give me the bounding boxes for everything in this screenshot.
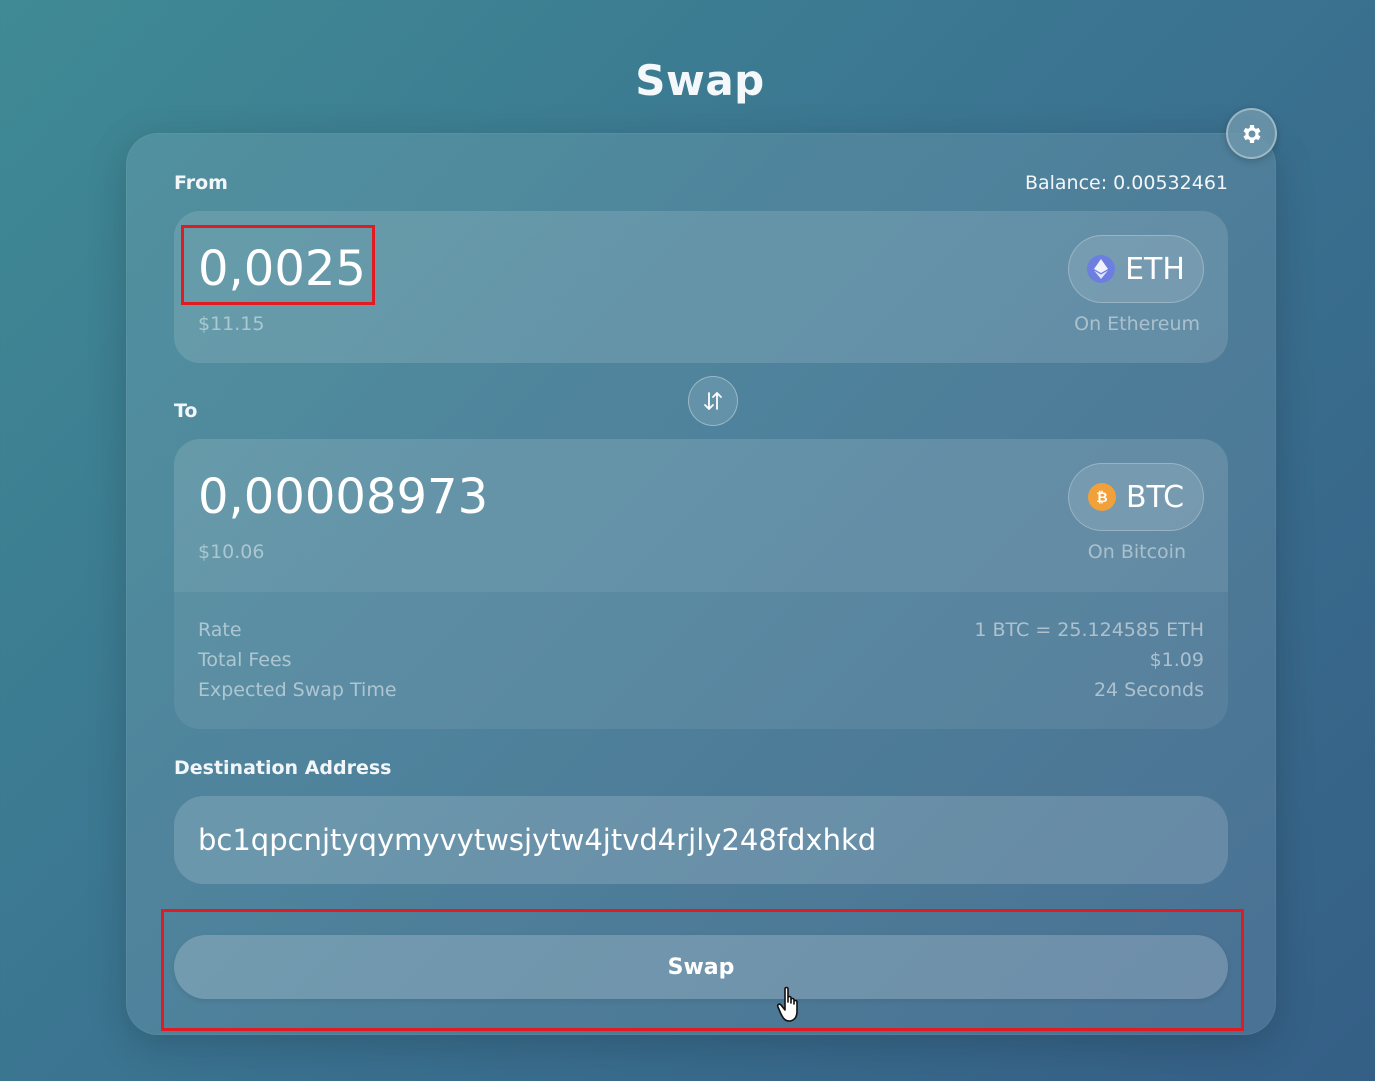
balance-text: Balance: 0.00532461 (1024, 172, 1228, 194)
settings-button[interactable] (1226, 108, 1277, 159)
bitcoin-icon: ₿ (1087, 483, 1116, 511)
from-token-symbol: ETH (1125, 251, 1185, 287)
hand-cursor-icon (776, 986, 798, 1022)
swap-button[interactable]: Swap (174, 935, 1228, 999)
from-label: From (174, 172, 228, 194)
destination-label: Destination Address (174, 757, 392, 779)
swap-arrows-icon (704, 392, 722, 410)
svg-text:₿: ₿ (1096, 490, 1107, 505)
rate-row: Rate 1 BTC = 25.124585 ETH (198, 615, 1204, 645)
ethereum-icon (1087, 255, 1116, 283)
fees-value: $1.09 (1149, 649, 1204, 671)
gear-icon (1243, 124, 1260, 143)
swap-direction-button[interactable] (688, 376, 738, 426)
time-row: Expected Swap Time 24 Seconds (198, 675, 1204, 705)
to-network: On Bitcoin (1087, 541, 1186, 563)
to-token-symbol: BTC (1125, 479, 1185, 515)
time-label: Expected Swap Time (198, 679, 397, 701)
rate-label: Rate (198, 619, 242, 641)
from-amount-input[interactable]: 0,0025 (198, 241, 366, 297)
to-label: To (174, 400, 198, 422)
fees-row: Total Fees $1.09 (198, 645, 1204, 675)
fees-label: Total Fees (198, 649, 292, 671)
page-title: Swap (635, 56, 765, 105)
to-usd-value: $10.06 (198, 541, 265, 563)
to-amount: 0,00008973 (198, 469, 489, 525)
from-token-selector[interactable]: ETH (1068, 235, 1204, 303)
from-network: On Ethereum (1074, 313, 1200, 335)
from-usd-value: $11.15 (198, 313, 265, 335)
rate-value: 1 BTC = 25.124585 ETH (974, 619, 1204, 641)
to-token-selector[interactable]: ₿ BTC (1068, 463, 1204, 531)
from-panel: 0,0025 $11.15 ETH On Ethereum (174, 211, 1228, 363)
swap-details: Rate 1 BTC = 25.124585 ETH Total Fees $1… (174, 592, 1228, 729)
destination-address-input[interactable]: bc1qpcnjtyqymyvytwsjytw4jtvd4rjly248fdxh… (174, 796, 1228, 884)
time-value: 24 Seconds (1093, 679, 1204, 701)
to-panel: 0,00008973 $10.06 ₿ BTC On Bitcoin (174, 439, 1228, 592)
